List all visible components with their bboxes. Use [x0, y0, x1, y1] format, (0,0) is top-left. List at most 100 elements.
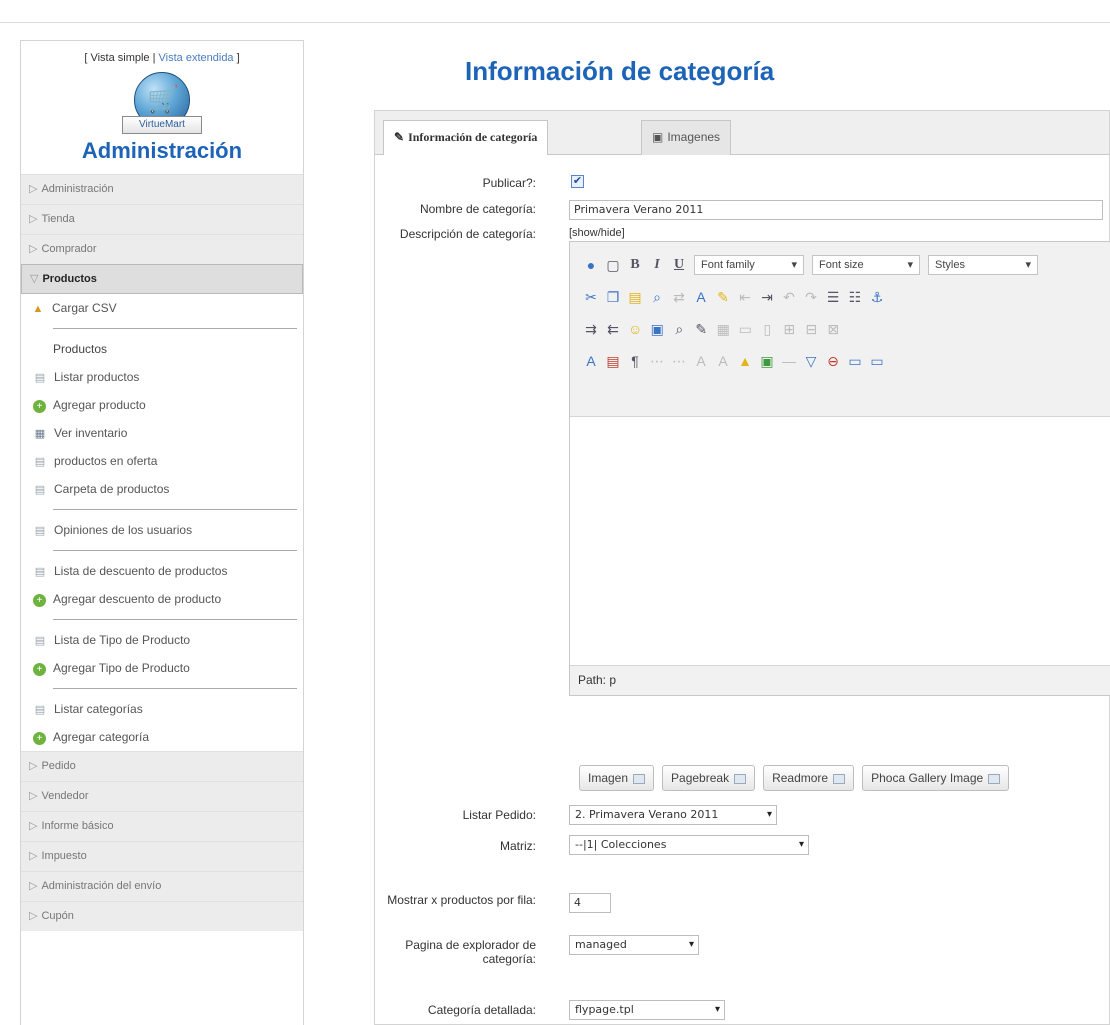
abbr-icon[interactable]: ⋯	[650, 353, 664, 370]
rtl-icon[interactable]: ⇇	[606, 321, 620, 338]
sidebar-item-opiniones[interactable]: ▤ Opiniones de los usuarios	[21, 516, 303, 544]
table-icon[interactable]: ▦	[716, 321, 730, 338]
font-size-select[interactable]: Font size ▾	[812, 255, 920, 275]
button-label: Phoca Gallery Image	[871, 771, 984, 785]
select-label: Font family	[701, 259, 755, 271]
visual-aid-icon[interactable]: ▽	[804, 353, 818, 370]
text-color-icon[interactable]: A	[694, 289, 708, 305]
anchor-icon[interactable]: ⚓	[870, 289, 884, 306]
sidebar-section-cupon[interactable]: ▷ Cupón	[21, 901, 303, 931]
paragraph-icon[interactable]: ¶	[628, 353, 642, 369]
sidebar-item-lista-de-tipo-de-producto[interactable]: ▤ Lista de Tipo de Producto	[21, 626, 303, 654]
sidebar-item-carpeta-de-productos[interactable]: ▤ Carpeta de productos	[21, 475, 303, 503]
sidebar-item-ver-inventario[interactable]: ▦ Ver inventario	[21, 419, 303, 447]
sidebar-section-vendedor[interactable]: ▷ Vendedor	[21, 781, 303, 811]
parent-category-select[interactable]: --|1| Colecciones ▾	[569, 835, 809, 855]
bold-icon[interactable]: B	[628, 257, 642, 273]
attribs-icon[interactable]: A	[716, 353, 730, 369]
flypage-select[interactable]: flypage.tpl ▾	[569, 1000, 725, 1020]
readmore-button[interactable]: Readmore	[763, 765, 855, 791]
description-label: Descripción de categoría:	[399, 227, 536, 241]
sidebar-item-productos-en-oferta[interactable]: ▤ productos en oferta	[21, 447, 303, 475]
tab-images[interactable]: ▣ Imagenes	[641, 120, 732, 155]
sidebar-item-agregar-descuento-de-producto[interactable]: + Agregar descuento de producto	[21, 585, 303, 613]
publish-checkbox[interactable]: ✔	[571, 175, 584, 188]
edit-html-icon[interactable]: ✎	[694, 321, 708, 338]
show-hide-toggle[interactable]: [show/hide]	[569, 227, 625, 239]
indent-icon[interactable]: ⇥	[760, 289, 774, 306]
sidebar-section-productos[interactable]: ▽ Productos	[21, 264, 303, 294]
sidebar-section-pedido[interactable]: ▷ Pedido	[21, 751, 303, 781]
cite-icon[interactable]: A	[694, 353, 708, 369]
sidebar-section-administracion[interactable]: ▷ Administración	[21, 174, 303, 204]
numbered-list-icon[interactable]: ☷	[848, 289, 862, 306]
layer-icon[interactable]: ▲	[738, 353, 752, 369]
browse-page-select[interactable]: managed ▾	[569, 935, 699, 955]
preview-icon[interactable]: ⌕	[672, 321, 686, 338]
sidebar-item-cargar-csv[interactable]: ▲ Cargar CSV	[21, 294, 303, 322]
order-select[interactable]: 2. Primavera Verano 2011 ▾	[569, 805, 777, 825]
publish-label: Publicar?:	[482, 176, 536, 190]
insert-date-icon[interactable]: ▤	[606, 353, 620, 370]
paste-icon[interactable]: ▤	[628, 289, 642, 306]
sidebar-item-agregar-tipo-de-producto[interactable]: + Agregar Tipo de Producto	[21, 654, 303, 682]
name-label: Nombre de categoría:	[419, 202, 536, 216]
underline-icon[interactable]: U	[672, 257, 686, 273]
pagebreak-button[interactable]: Pagebreak	[662, 765, 756, 791]
ltr-icon[interactable]: ⇉	[584, 321, 598, 338]
extended-view-link[interactable]: Vista extendida	[159, 52, 234, 64]
cut-icon[interactable]: ✂	[584, 289, 598, 306]
char-map-icon[interactable]: ⊖	[826, 353, 840, 370]
products-per-row-input[interactable]: 4	[569, 893, 611, 913]
sidebar-item-agregar-categoria[interactable]: + Agregar categoría	[21, 723, 303, 751]
document-icon: ▤	[34, 635, 46, 647]
split-icon[interactable]: ⊟	[804, 321, 818, 338]
sidebar-section-administracion-del-envio[interactable]: ▷ Administración del envío	[21, 871, 303, 901]
view-switcher: [ Vista simple | Vista extendida ]	[21, 52, 303, 64]
font-family-select[interactable]: Font family ▾	[694, 255, 804, 275]
imagen-button[interactable]: Imagen	[579, 765, 655, 791]
cell-props-icon[interactable]: ⊠	[826, 321, 840, 338]
sidebar-section-impuesto[interactable]: ▷ Impuesto	[21, 841, 303, 871]
phoca-gallery-image-button[interactable]: Phoca Gallery Image	[862, 765, 1010, 791]
find-icon[interactable]: ⌕	[650, 289, 664, 306]
sidebar-item-listar-productos[interactable]: ▤ Listar productos	[21, 363, 303, 391]
bullet-list-icon[interactable]: ☰	[826, 289, 840, 306]
media-icon[interactable]: ▣	[650, 321, 664, 338]
sidebar-item-agregar-producto[interactable]: + Agregar producto	[21, 391, 303, 419]
merge-icon[interactable]: ⊞	[782, 321, 796, 338]
replace-icon[interactable]: ⇄	[672, 289, 686, 306]
template-icon[interactable]: ▭	[870, 353, 884, 370]
italic-icon[interactable]: I	[650, 257, 664, 273]
new-document-icon[interactable]: ▢	[606, 257, 620, 274]
copy-icon[interactable]: ❐	[606, 289, 620, 306]
arrow-right-icon: ▷	[29, 760, 38, 772]
hr-icon[interactable]: —	[782, 353, 796, 369]
style-props-icon[interactable]: A	[584, 353, 598, 369]
sidebar-section-informe-basico[interactable]: ▷ Informe básico	[21, 811, 303, 841]
undo-icon[interactable]: ↶	[782, 289, 796, 306]
sidebar-section-comprador[interactable]: ▷ Comprador	[21, 234, 303, 264]
category-name-input[interactable]: Primavera Verano 2011	[569, 200, 1103, 220]
sidebar-item-lista-de-descuento-de-productos[interactable]: ▤ Lista de descuento de productos	[21, 557, 303, 585]
styles-select[interactable]: Styles ▾	[928, 255, 1038, 275]
column-icon[interactable]: ▯	[760, 321, 774, 338]
row-icon[interactable]: ▭	[738, 321, 752, 338]
fullscreen-icon[interactable]: ▭	[848, 353, 862, 370]
sidebar-item-listar-categorias[interactable]: ▤ Listar categorías	[21, 695, 303, 723]
image-insert-icon[interactable]: ▣	[760, 353, 774, 370]
dropdown-arrow-icon: ▾	[688, 939, 694, 950]
arrow-right-icon: ▷	[29, 790, 38, 802]
acronym-icon[interactable]: ⋯	[672, 353, 686, 370]
emoticon-icon[interactable]: ☺	[628, 321, 642, 337]
simple-view-link[interactable]: Vista simple	[90, 52, 149, 64]
redo-icon[interactable]: ↷	[804, 289, 818, 306]
products-per-row-label: Mostrar x productos por fila:	[387, 893, 536, 907]
edit-icon: ✎	[394, 130, 405, 144]
help-icon[interactable]: ●	[584, 257, 598, 273]
tab-category-info[interactable]: ✎ Información de categoría	[383, 120, 549, 156]
outdent-icon[interactable]: ⇤	[738, 289, 752, 306]
highlight-icon[interactable]: ✎	[716, 289, 730, 306]
sidebar-section-tienda[interactable]: ▷ Tienda	[21, 204, 303, 234]
inventory-icon: ▦	[34, 428, 46, 440]
